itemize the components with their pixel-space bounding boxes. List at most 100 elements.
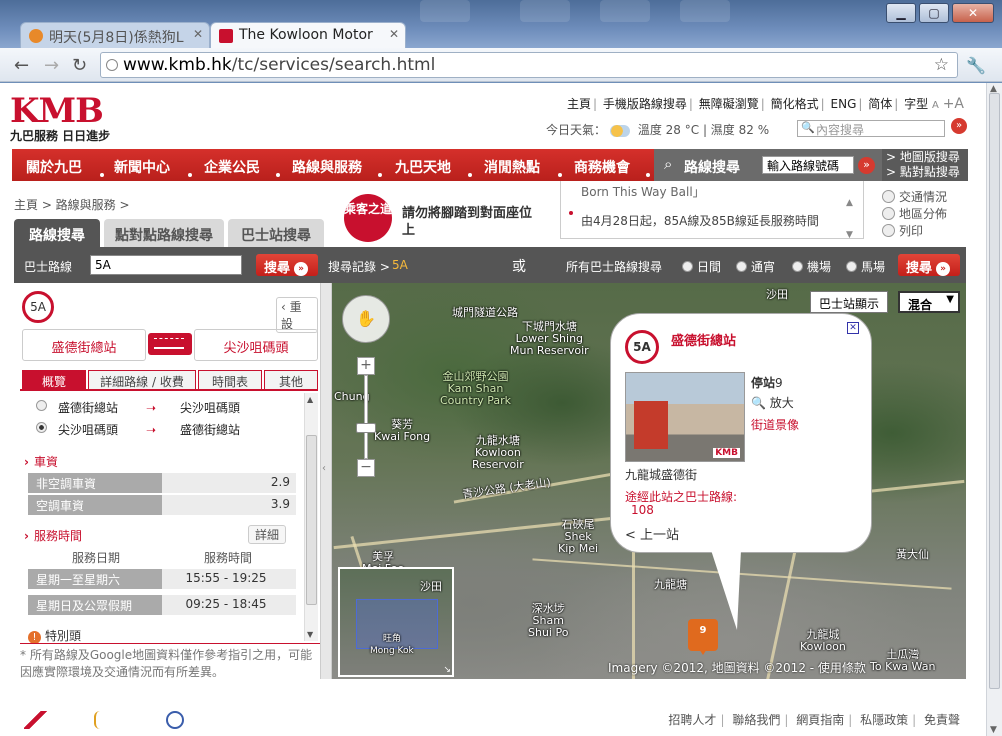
back-arrow-icon[interactable]: ←	[14, 55, 29, 76]
news-up-icon[interactable]: ▲	[846, 187, 853, 219]
map-collapse-bar[interactable]: ‹	[320, 283, 332, 679]
tab-overview[interactable]: 概覽	[22, 370, 86, 390]
nav-route-go-icon[interactable]: »	[858, 157, 875, 174]
nav-routes[interactable]: 路線與服務	[292, 157, 362, 177]
nav-about[interactable]: 關於九巴	[26, 157, 82, 177]
radio-icon[interactable]	[36, 400, 47, 411]
print-link[interactable]: 列印	[882, 223, 947, 240]
option-airport[interactable]: 機場	[792, 258, 831, 275]
link-mobile[interactable]: 手機版路線搜尋	[603, 97, 687, 111]
nav-news[interactable]: 新聞中心	[114, 157, 170, 177]
footer-link-disclaimer[interactable]: 免責聲	[924, 713, 960, 727]
tab-p2p-search[interactable]: 點對點路線搜尋	[104, 219, 224, 247]
tab-stop-search[interactable]: 巴士站搜尋	[228, 219, 324, 247]
nav-world[interactable]: 九巴天地	[395, 157, 451, 177]
direction-row[interactable]: 尖沙咀碼頭 ➝ 盛德街總站	[36, 421, 240, 438]
link-accessibility[interactable]: 無障礙瀏覽	[699, 97, 759, 111]
close-window-button[interactable]: ✕	[952, 3, 994, 23]
tab-others[interactable]: 其他	[264, 370, 318, 390]
reset-button[interactable]: ‹ 重設	[276, 297, 318, 333]
maximize-button[interactable]: ▢	[919, 3, 949, 23]
address-bar[interactable]: www.kmb.hk/tc/services/search.html ☆	[100, 52, 958, 78]
history-value[interactable]: 5A	[392, 258, 408, 272]
map-type-select[interactable]: 混合 ▼	[898, 291, 960, 313]
detail-button[interactable]: 詳細	[248, 525, 287, 544]
reload-icon[interactable]: ↻	[72, 55, 87, 76]
traffic-link[interactable]: 交通情況	[882, 189, 947, 206]
origin-stop[interactable]: 盛德街總站	[22, 329, 146, 361]
nav-csr[interactable]: 企業公民	[204, 157, 260, 177]
option-racecourse[interactable]: 馬場	[846, 258, 885, 275]
page-scrollbar[interactable]: ▲ ▼	[986, 83, 1002, 736]
popup-close-icon[interactable]: ✕	[847, 322, 859, 334]
swap-direction-button[interactable]	[148, 333, 192, 355]
news-item-1[interactable]: Born This Way Ball」	[581, 183, 863, 200]
wrench-menu-icon[interactable]: 🔧	[966, 56, 986, 75]
map-search-link[interactable]: > 地圖版搜尋	[886, 150, 968, 165]
zoom-out-button[interactable]: −	[357, 459, 375, 477]
enlarge-link[interactable]: 🔍 放大	[751, 394, 794, 411]
scroll-thumb[interactable]	[306, 435, 317, 605]
kmb-logo[interactable]: KMB 九巴服務 日日進步	[10, 91, 110, 144]
scroll-up-icon[interactable]: ▲	[307, 395, 313, 404]
footer-logo-3[interactable]	[166, 711, 184, 729]
prev-stop-link[interactable]: < 上一站	[625, 524, 679, 543]
page-scroll-thumb[interactable]	[989, 93, 1000, 689]
scroll-down-icon[interactable]: ▼	[307, 630, 313, 639]
special-notice[interactable]: ! 特別頭	[28, 627, 81, 644]
direction-row[interactable]: 盛德街總站 ➝ 尖沙咀碼頭	[36, 399, 240, 416]
link-eng[interactable]: ENG	[831, 97, 857, 111]
footer-link-privacy[interactable]: 私隱政策	[860, 713, 908, 727]
bookmark-star-icon[interactable]: ☆	[934, 55, 949, 75]
breadcrumb[interactable]: 主頁 > 路線與服務 >	[14, 196, 130, 213]
zoom-in-button[interactable]: +	[357, 357, 375, 375]
option-night[interactable]: 通宵	[736, 258, 775, 275]
close-tab-icon[interactable]: ✕	[193, 27, 203, 41]
popup-route-link[interactable]: 108	[631, 503, 654, 517]
scroll-down-icon[interactable]: ▼	[990, 725, 997, 735]
link-text-only[interactable]: 簡化格式	[771, 97, 819, 111]
browser-tab-1[interactable]: 明天(5月8日)係熱狗L ✕	[20, 22, 210, 48]
close-tab-icon[interactable]: ✕	[389, 27, 399, 41]
forward-arrow-icon[interactable]: →	[44, 55, 59, 76]
footer-logo-1[interactable]	[24, 711, 48, 729]
zoom-slider-handle[interactable]	[356, 423, 376, 433]
radio-selected-icon[interactable]	[36, 422, 47, 433]
minimize-button[interactable]: ▁	[886, 3, 916, 23]
browser-tab-2[interactable]: The Kowloon Motor ✕	[210, 22, 406, 48]
google-map[interactable]: 城門隧道公路 下城門水塘 Lower Shing Mun Reservoir 金…	[332, 283, 966, 679]
route-input[interactable]	[90, 255, 242, 275]
collapse-arrow-icon[interactable]: ‹	[322, 463, 326, 474]
zoom-slider-track[interactable]	[364, 375, 368, 459]
map-pan-control[interactable]: ✋	[342, 295, 390, 343]
panel-scrollbar[interactable]: ▲ ▼	[304, 393, 318, 641]
site-search-go-icon[interactable]: »	[951, 118, 967, 134]
font-large-button[interactable]: +A	[943, 96, 964, 112]
p2p-search-link[interactable]: > 點對點搜尋	[886, 165, 968, 180]
footer-link-guide[interactable]: 網頁指南	[796, 713, 844, 727]
tab-route-search[interactable]: 路線搜尋	[14, 219, 100, 247]
tab-timetable[interactable]: 時間表	[198, 370, 262, 390]
map-overview[interactable]: 沙田 旺角 Mong Kok ↘	[338, 567, 454, 677]
all-routes-search-button[interactable]: 搜尋»	[898, 254, 960, 276]
overview-collapse-icon[interactable]: ↘	[443, 665, 451, 675]
news-item-2[interactable]: 由4月28日起，85A線及85B線延長服務時間	[581, 212, 863, 229]
stop-photo[interactable]	[625, 372, 745, 462]
destination-stop[interactable]: 尖沙咀碼頭	[194, 329, 318, 361]
nav-route-input[interactable]	[762, 156, 854, 174]
street-view-link[interactable]: 街道景像	[751, 416, 799, 433]
bus-stop-toggle[interactable]: 巴士站顯示	[810, 291, 889, 313]
footer-link-contact[interactable]: 聯絡我們	[732, 713, 780, 727]
footer-link-careers[interactable]: 招聘人才	[668, 713, 716, 727]
font-small-button[interactable]: A	[932, 100, 939, 111]
footer-logo-2[interactable]	[94, 711, 118, 729]
link-simplified[interactable]: 简体	[868, 97, 892, 111]
news-scroll-arrows[interactable]: ▲ ▼	[846, 187, 853, 251]
site-search-input[interactable]: 🔍 內容搜尋	[797, 120, 945, 137]
nav-leisure[interactable]: 消閒熱點	[484, 157, 540, 177]
route-search-button[interactable]: 搜尋»	[256, 254, 318, 276]
district-link[interactable]: 地區分佈	[882, 206, 947, 223]
tab-detail[interactable]: 詳細路線 / 收費	[88, 370, 196, 390]
option-day[interactable]: 日間	[682, 258, 721, 275]
link-home[interactable]: 主頁	[567, 97, 591, 111]
